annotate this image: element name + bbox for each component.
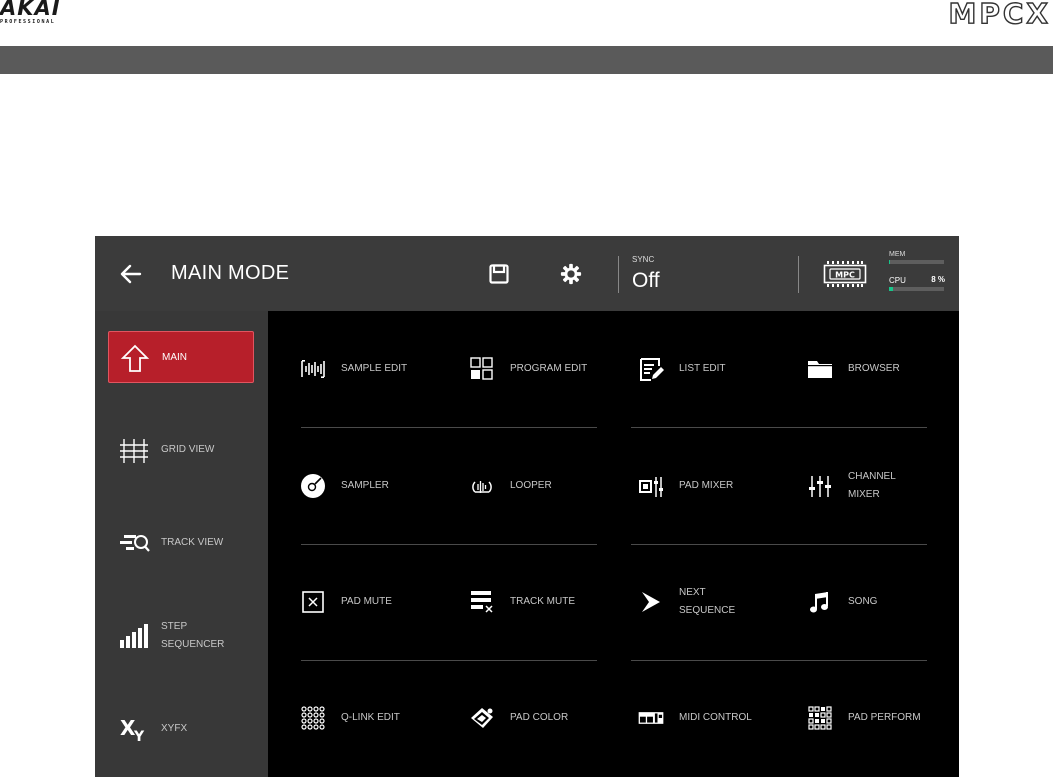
settings-gear-icon[interactable] xyxy=(560,263,582,285)
list-edit-icon xyxy=(640,358,664,381)
mode-list-edit[interactable]: LIST EDIT xyxy=(606,340,771,398)
sidebar-item-track-view[interactable]: TRACK VIEW xyxy=(108,517,254,569)
sidebar-item-main[interactable]: MAIN xyxy=(108,331,254,383)
track-mute-icon xyxy=(471,591,493,613)
sync-value[interactable]: Off xyxy=(632,269,660,293)
step-sequencer-icon xyxy=(120,624,148,648)
back-arrow-icon[interactable] xyxy=(119,262,143,286)
header-bar: MAIN MODE SYNC Off MPC MEM CPU 8 % xyxy=(95,236,959,311)
pad-color-icon xyxy=(471,708,493,728)
mpcx-logo: MPCX xyxy=(948,0,1051,31)
grid-divider xyxy=(301,544,597,545)
mode-track-mute[interactable]: TRACK MUTE xyxy=(437,573,602,631)
mode-channel-mixer[interactable]: CHANNEL MIXER xyxy=(775,457,940,515)
sidebar: MAIN GRID VIEW TRACK VIEW STEP SEQUENCER… xyxy=(95,311,268,777)
grid-divider xyxy=(301,427,597,428)
cpu-value: 8 % xyxy=(931,275,945,284)
mode-label: PAD PERFORM xyxy=(848,712,921,723)
top-banner-bar xyxy=(0,46,1053,74)
pad-mixer-icon xyxy=(639,477,663,497)
mpc-device-icon[interactable]: MPC xyxy=(823,260,867,288)
waveform-icon xyxy=(301,360,325,378)
pad-mute-icon xyxy=(302,591,324,613)
mode-sample-edit[interactable]: SAMPLE EDIT xyxy=(268,340,433,398)
music-note-icon xyxy=(810,592,828,613)
sidebar-item-label: TRACK VIEW xyxy=(161,537,224,548)
mode-pad-mute[interactable]: PAD MUTE xyxy=(268,573,433,631)
sampler-disc-icon xyxy=(301,474,325,498)
mode-label: PAD MUTE xyxy=(341,596,392,607)
pad-perform-icon xyxy=(808,706,832,730)
mode-label: TRACK MUTE xyxy=(510,596,575,607)
mode-label: PAD MIXER xyxy=(679,480,734,491)
mode-label: SONG xyxy=(848,596,878,607)
mode-label: NEXT SEQUENCE xyxy=(679,587,736,616)
mode-label: LIST EDIT xyxy=(679,363,726,374)
mode-label: CHANNEL MIXER xyxy=(848,471,896,500)
sidebar-item-grid-view[interactable]: GRID VIEW xyxy=(108,424,254,476)
sidebar-item-label: MAIN xyxy=(162,352,187,363)
grid-divider xyxy=(631,427,927,428)
next-sequence-icon xyxy=(642,592,660,612)
xyfx-icon: X Y xyxy=(120,716,145,743)
svg-text:MPC: MPC xyxy=(835,271,855,280)
mode-pad-mixer[interactable]: PAD MIXER xyxy=(606,457,771,515)
sidebar-item-label: STEP SEQUENCER xyxy=(161,621,225,650)
qlink-dots-icon xyxy=(301,706,325,730)
page-title: MAIN MODE xyxy=(171,262,290,284)
sidebar-item-label: XYFX xyxy=(161,723,188,734)
mode-grid: SAMPLE EDIT PROGRAM EDIT LIST EDIT BROWS… xyxy=(268,311,959,777)
mode-q-link-edit[interactable]: Q-LINK EDIT xyxy=(268,689,433,747)
mode-program-edit[interactable]: PROGRAM EDIT xyxy=(437,340,602,398)
header-divider xyxy=(798,256,799,293)
cpu-label: CPU xyxy=(889,276,906,285)
header-divider xyxy=(618,256,619,293)
mode-label: SAMPLER xyxy=(341,480,389,491)
cpu-meter-fill xyxy=(889,287,894,291)
mode-label: MIDI CONTROL xyxy=(679,712,752,723)
akai-logo-text: AKAI xyxy=(0,0,61,20)
akai-logo: AKAI PROFESSIONAL xyxy=(0,0,120,30)
mode-looper[interactable]: LOOPER xyxy=(437,457,602,515)
track-view-icon xyxy=(120,535,150,552)
sidebar-item-step-sequencer[interactable]: STEP SEQUENCER xyxy=(108,610,254,662)
midi-control-icon xyxy=(638,712,664,724)
folder-icon xyxy=(808,361,832,378)
grid-divider xyxy=(631,660,927,661)
looper-icon xyxy=(472,481,492,493)
mode-label: SAMPLE EDIT xyxy=(341,363,408,374)
mode-label: PROGRAM EDIT xyxy=(510,363,588,374)
grid-divider xyxy=(631,544,927,545)
mpc-screen: MAIN MODE SYNC Off MPC MEM CPU 8 % MAIN … xyxy=(95,236,959,777)
mode-label: Q-LINK EDIT xyxy=(341,712,400,723)
mode-midi-control[interactable]: MIDI CONTROL xyxy=(606,689,771,747)
mode-next-sequence[interactable]: NEXT SEQUENCE xyxy=(606,573,771,631)
mode-browser[interactable]: BROWSER xyxy=(775,340,940,398)
cpu-meter xyxy=(889,287,944,291)
channel-mixer-icon xyxy=(809,476,831,497)
grid-divider xyxy=(301,660,597,661)
mode-sampler[interactable]: SAMPLER xyxy=(268,457,433,515)
mode-label: BROWSER xyxy=(848,363,900,374)
program-grid-icon xyxy=(470,357,493,380)
memory-label: MEM xyxy=(889,251,906,258)
mode-label: LOOPER xyxy=(510,480,552,491)
save-icon[interactable] xyxy=(489,264,509,284)
mode-song[interactable]: SONG xyxy=(775,573,940,631)
sync-label: SYNC xyxy=(632,255,655,264)
mode-pad-perform[interactable]: PAD PERFORM xyxy=(775,689,940,747)
memory-meter xyxy=(889,260,944,264)
sidebar-item-label: GRID VIEW xyxy=(161,444,215,455)
mode-pad-color[interactable]: PAD COLOR xyxy=(437,689,602,747)
home-arrow-icon xyxy=(120,344,150,372)
svg-text:Y: Y xyxy=(133,729,145,743)
mode-label: PAD COLOR xyxy=(510,712,569,723)
grid-view-icon xyxy=(120,439,148,463)
sidebar-item-xyfx[interactable]: X Y XYFX xyxy=(108,703,254,755)
akai-logo-subtext: PROFESSIONAL xyxy=(0,19,56,25)
memory-meter-fill xyxy=(889,260,891,264)
